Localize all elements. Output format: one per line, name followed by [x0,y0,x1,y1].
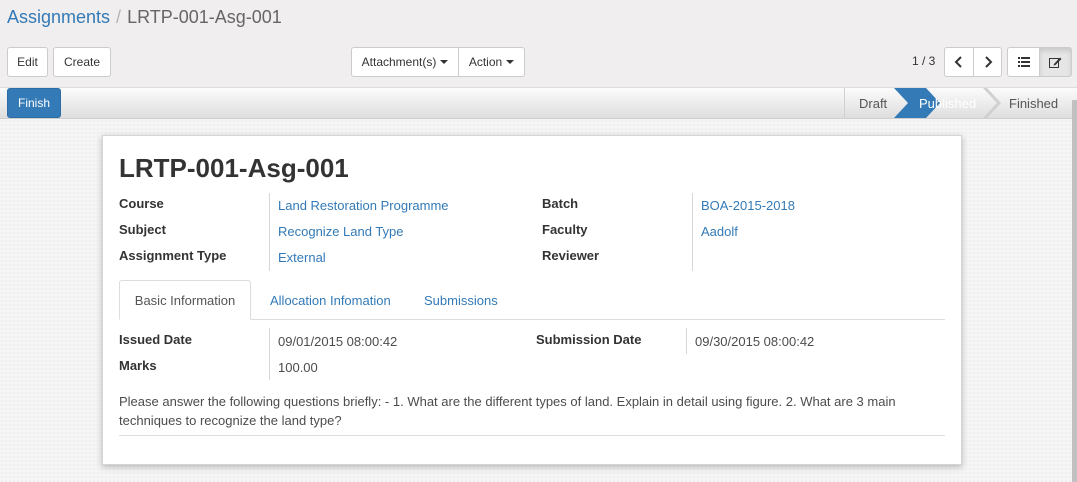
edit-icon [1049,57,1062,68]
breadcrumb: Assignments / LRTP-001-Asg-001 [7,7,282,28]
issued-date-field[interactable]: 09/01/2015 08:00:42 [278,334,397,349]
subject-label: Subject [119,222,166,237]
record-title: LRTP-001-Asg-001 [119,153,349,183]
submission-date-field[interactable]: 09/30/2015 08:00:42 [695,334,814,349]
breadcrumb-assignments-link[interactable]: Assignments [7,7,110,27]
assignment-type-field[interactable]: External [278,250,326,265]
stage-published: Published [919,88,976,118]
chevron-left-icon [954,56,962,68]
caret-down-icon [506,60,515,64]
field-divider [269,193,270,271]
course-field[interactable]: Land Restoration Programme [278,198,449,213]
issued-date-label: Issued Date [119,332,192,347]
submission-date-label: Submission Date [536,332,642,347]
finish-button[interactable]: Finish [7,88,61,118]
tab-allocation-information[interactable]: Allocation Infomation [270,280,391,320]
create-button[interactable]: Create [53,47,111,77]
batch-label: Batch [542,196,579,211]
marks-label: Marks [119,358,157,373]
stage-finished-label: Finished [1009,95,1059,111]
marks-field[interactable]: 100.00 [278,360,318,375]
attachments-label: Attachment(s) [361,55,437,69]
stage-draft-label: Draft [859,95,888,111]
list-icon [1017,57,1030,67]
field-divider [686,328,687,354]
assignment-type-label: Assignment Type [119,248,227,263]
breadcrumb-separator: / [116,7,122,27]
form-view-button[interactable] [1039,47,1072,77]
faculty-label: Faculty [542,222,588,237]
stage-draft[interactable]: Draft [859,88,887,118]
course-label: Course [119,196,164,211]
pager-value[interactable]: 1 / 3 [912,54,935,68]
tab-submissions[interactable]: Submissions [424,280,498,320]
field-divider [269,328,270,380]
scrollbar[interactable] [1072,100,1077,482]
edit-button-label: Edit [17,55,38,69]
tab-allocation-information-label: Allocation Infomation [270,292,391,308]
subject-field[interactable]: Recognize Land Type [278,224,404,239]
assignment-description[interactable]: Please answer the following questions br… [119,392,919,430]
tab-basic-information[interactable]: Basic Information [119,280,251,320]
tab-basic-information-label: Basic Information [134,292,236,308]
pager-previous-button[interactable] [944,47,974,77]
description-underline [119,435,945,436]
chevron-right-icon [984,56,992,68]
stage-finished[interactable]: Finished [1009,88,1058,118]
breadcrumb-current: LRTP-001-Asg-001 [127,7,282,27]
caret-down-icon [440,60,449,64]
list-view-button[interactable] [1007,47,1040,77]
pager-next-button[interactable] [973,47,1002,77]
finish-label: Finish [17,96,50,110]
attachments-dropdown[interactable]: Attachment(s) [351,47,459,77]
batch-field[interactable]: BOA-2015-2018 [701,198,795,213]
action-label: Action [468,55,503,69]
stage-published-label: Published [919,95,977,111]
reviewer-label: Reviewer [542,248,600,263]
stage-divider [983,88,1001,118]
action-dropdown[interactable]: Action [458,47,525,77]
edit-button[interactable]: Edit [7,47,48,77]
field-divider [692,193,693,271]
faculty-field[interactable]: Aadolf [701,224,738,239]
create-button-label: Create [63,55,101,69]
tab-submissions-label: Submissions [424,292,498,308]
